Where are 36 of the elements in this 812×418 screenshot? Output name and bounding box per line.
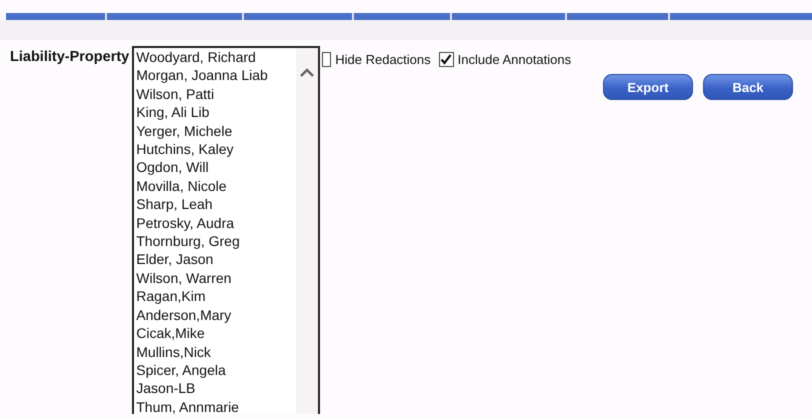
list-item[interactable]: Movilla, Nicole (136, 176, 296, 196)
list-item[interactable]: Ogdon, Will (136, 158, 296, 177)
list-item[interactable]: King, Ali Lib (136, 103, 296, 122)
list-item[interactable]: Sharp, Leah (136, 195, 296, 214)
list-item[interactable]: Elder, Jason (136, 250, 296, 269)
list-item[interactable]: Cicak,Mike (136, 324, 296, 342)
nav-tab[interactable] (567, 13, 668, 20)
list-item[interactable]: Hutchins, Kaley (136, 140, 296, 158)
list-item[interactable]: Yerger, Michele (136, 122, 296, 140)
list-item[interactable]: Mullins,Nick (136, 342, 296, 361)
nav-tab[interactable] (244, 13, 352, 20)
list-item[interactable]: Jason-LB (136, 379, 296, 398)
field-label: Liability-Property (10, 49, 130, 65)
list-item[interactable]: Morgan, Joanna Liab (136, 66, 296, 85)
list-item[interactable]: Wilson, Patti (136, 84, 296, 104)
checkbox-label: Hide Redactions (335, 52, 431, 66)
list-item[interactable]: Thum, Annmarie (136, 398, 296, 414)
nav-tab[interactable] (670, 13, 812, 20)
list-item[interactable]: Petrosky, Audra (136, 214, 296, 232)
checkbox[interactable] (438, 52, 454, 66)
list-item[interactable]: Thornburg, Greg (136, 232, 296, 250)
list-item[interactable]: Wilson, Warren (136, 268, 296, 288)
list-item[interactable]: Spicer, Angela (136, 360, 296, 380)
action-button[interactable]: Back (703, 74, 793, 100)
action-button[interactable]: Export (603, 74, 693, 100)
chevron-up-icon[interactable] (300, 68, 314, 77)
nav-tab[interactable] (354, 13, 450, 20)
list-item[interactable]: Ragan,Kim (136, 287, 296, 306)
name-listbox[interactable] (132, 46, 320, 414)
nav-tab[interactable] (6, 13, 105, 20)
nav-tab[interactable] (452, 13, 565, 20)
checkbox[interactable] (322, 52, 332, 66)
nav-tab[interactable] (107, 13, 242, 20)
list-item[interactable]: Anderson,Mary (136, 306, 296, 324)
checkbox-label: Include Annotations (458, 52, 572, 66)
list-item[interactable]: Woodyard, Richard (136, 48, 296, 66)
